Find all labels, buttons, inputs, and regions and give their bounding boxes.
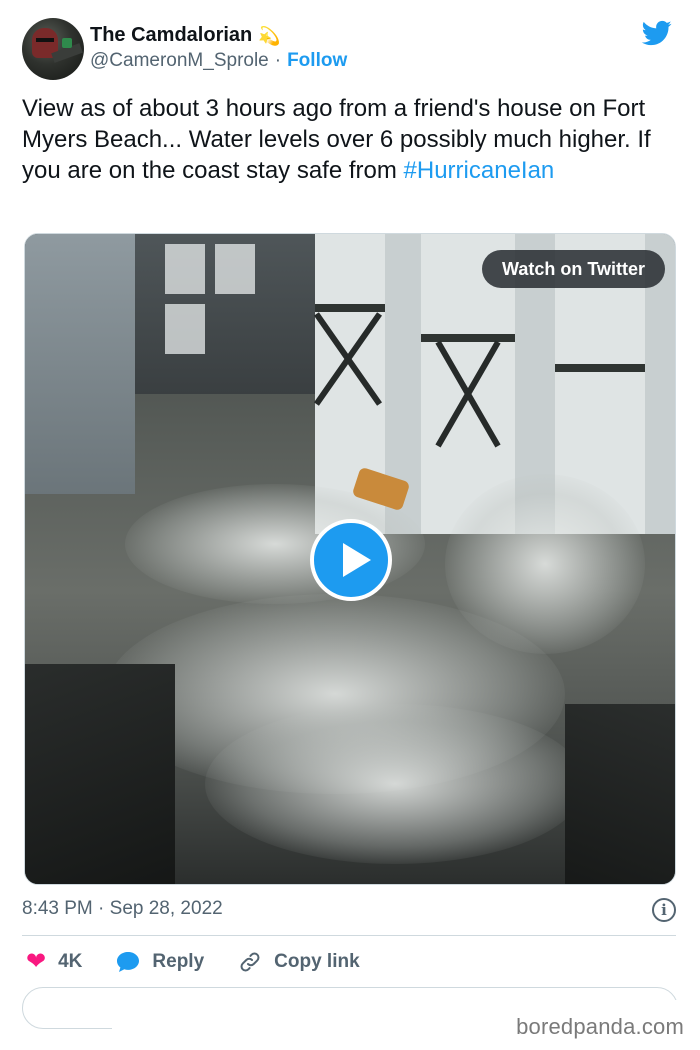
video-dark-corner xyxy=(565,704,675,884)
twitter-bird-icon[interactable] xyxy=(640,18,674,48)
video-thumbnail[interactable]: Watch on Twitter xyxy=(24,233,676,885)
link-icon xyxy=(240,952,260,972)
tweet-timestamp: 8:43 PM · Sep 28, 2022 i xyxy=(22,898,676,924)
avatar[interactable] xyxy=(22,18,84,80)
video-dark-corner xyxy=(25,664,175,884)
author-handle[interactable]: @CameronM_Sprole xyxy=(90,50,269,72)
copy-link-label: Copy link xyxy=(274,951,360,972)
video-door xyxy=(135,234,335,394)
video-door-pane xyxy=(215,244,255,294)
tweet-header: The Camdalorian 💫 @CameronM_Sprole · Fol… xyxy=(22,18,682,82)
video-rail xyxy=(555,364,645,372)
handle-separator: · xyxy=(274,50,282,71)
play-button[interactable] xyxy=(310,519,392,601)
tweet-actions: ❤ 4K Reply Copy link xyxy=(26,948,394,976)
video-rail xyxy=(315,304,385,312)
heart-icon: ❤ xyxy=(26,948,47,975)
tweet-date[interactable]: Sep 28, 2022 xyxy=(110,898,223,919)
video-door-pane xyxy=(165,244,205,294)
video-wall xyxy=(25,234,135,494)
author-handle-row: @CameronM_Sprole · Follow xyxy=(90,50,347,72)
divider xyxy=(22,935,676,936)
play-icon xyxy=(343,543,371,577)
reply-button[interactable]: Reply xyxy=(116,951,204,973)
video-water-foam xyxy=(205,704,585,864)
author-name[interactable]: The Camdalorian xyxy=(90,24,252,47)
timestamp-separator: · xyxy=(98,898,105,919)
tweet-body: View as of about 3 hours ago from a frie… xyxy=(22,95,651,184)
hashtag-link[interactable]: #HurricaneIan xyxy=(404,157,555,184)
reply-bubble-icon xyxy=(117,952,140,972)
video-rail xyxy=(421,334,515,342)
dizzy-star-icon: 💫 xyxy=(258,25,281,46)
site-watermark: boredpanda.com xyxy=(516,1014,684,1039)
reply-label: Reply xyxy=(152,951,205,972)
author-name-row: The Camdalorian 💫 xyxy=(90,24,281,47)
watch-on-twitter-button[interactable]: Watch on Twitter xyxy=(482,250,665,288)
copy-link-button[interactable]: Copy link xyxy=(238,950,360,974)
info-icon[interactable]: i xyxy=(652,898,676,922)
follow-button[interactable]: Follow xyxy=(287,50,347,72)
tweet-time[interactable]: 8:43 PM xyxy=(22,898,93,919)
like-count: 4K xyxy=(58,951,83,972)
video-door-pane xyxy=(165,304,205,354)
like-button[interactable]: ❤ 4K xyxy=(26,950,82,974)
avatar-accent xyxy=(62,38,72,48)
tweet-text: View as of about 3 hours ago from a frie… xyxy=(22,93,682,186)
avatar-visor xyxy=(36,38,54,42)
